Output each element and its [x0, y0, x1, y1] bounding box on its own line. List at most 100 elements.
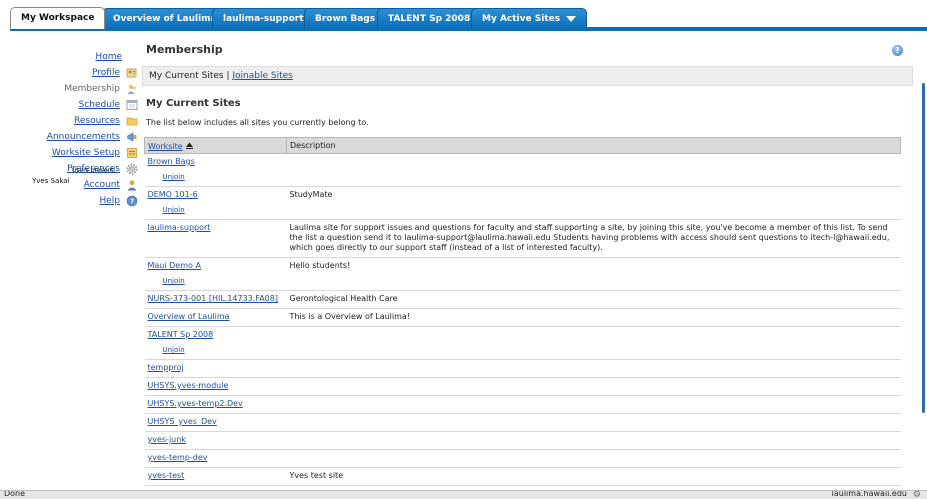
- sites-table-body: Brown Bags Unjoin DEMO 101-6 Unjoin StudyMat…: [144, 153, 901, 486]
- worksite-link[interactable]: TALENT Sp 2008: [148, 330, 214, 339]
- worksite-cell: UHSYS.yves-module: [144, 377, 287, 396]
- table-row: Brown Bags Unjoin: [144, 153, 901, 187]
- description-cell: [286, 377, 901, 396]
- description-cell: [286, 413, 901, 432]
- membership-subnav: My Current Sites | Joinable Sites: [142, 66, 913, 86]
- gear-icon: [126, 163, 138, 175]
- tool-item-label[interactable]: Profile: [92, 68, 120, 78]
- tool-item-label: Membership: [64, 84, 120, 94]
- sites-table: Worksite Description Brown Bags Unjoin DEM…: [144, 137, 901, 486]
- worksite-link[interactable]: UHSYS_yves_Dev: [148, 417, 217, 426]
- tool-item-resources[interactable]: Resources: [74, 113, 138, 129]
- chevron-down-icon: [566, 15, 577, 22]
- worksite-link[interactable]: yves-temp-dev: [148, 453, 208, 462]
- tab-overview-of-laulima[interactable]: Overview of Laulima: [102, 8, 228, 29]
- worksite-cell: yves-junk: [144, 431, 287, 450]
- scrollbar[interactable]: [922, 83, 925, 413]
- users-present-heading: Users present:: [72, 167, 116, 174]
- table-row: tempproj: [144, 359, 901, 378]
- browser-status-bar: Done laulima.hawaii.edu ⚙: [0, 490, 927, 499]
- tool-item-help[interactable]: Help ?: [99, 193, 138, 209]
- tool-item-announcements[interactable]: Announcements: [47, 129, 138, 145]
- tool-item-label[interactable]: Account: [84, 180, 120, 190]
- tab-talent-sp-2008[interactable]: TALENT Sp 2008: [377, 8, 482, 29]
- worksite-cell: Overview of Laulima: [144, 308, 287, 327]
- joinable-sites-link[interactable]: Joinable Sites: [232, 71, 292, 81]
- unjoin-link[interactable]: Unjoin: [163, 172, 284, 182]
- worksite-link[interactable]: Overview of Laulima: [148, 312, 230, 321]
- table-row: Overview of Laulima This is a Overview of…: [144, 308, 901, 327]
- worksite-cell: TALENT Sp 2008 Unjoin: [144, 326, 287, 360]
- table-row: DEMO 101-6 Unjoin StudyMate: [144, 186, 901, 220]
- tool-item-label[interactable]: Worksite Setup: [52, 148, 120, 158]
- tool-item-label[interactable]: Resources: [74, 116, 120, 126]
- worksite-cell: yves-test: [144, 467, 287, 486]
- tool-item-label[interactable]: Help: [99, 196, 120, 206]
- tool-item-membership[interactable]: Membership: [64, 81, 138, 97]
- description-cell: [286, 431, 901, 450]
- worksite-cell: UHSYS_yves_Dev: [144, 413, 287, 432]
- worksite-link[interactable]: Brown Bags: [148, 157, 195, 166]
- tool-item-schedule[interactable]: Schedule: [79, 97, 138, 113]
- svg-text:?: ?: [130, 198, 134, 206]
- membership-icon: [126, 83, 138, 95]
- table-row: yves-junk: [144, 431, 901, 450]
- description-cell: This is a Overview of Laulima!: [286, 308, 901, 327]
- table-row: Maui Demo A Unjoin Hello students!: [144, 257, 901, 291]
- worksite-link[interactable]: UHSYS.yves-module: [148, 381, 229, 390]
- unjoin-link[interactable]: Unjoin: [163, 205, 284, 215]
- tab-my-active-sites[interactable]: My Active Sites: [471, 8, 588, 29]
- account-icon: [126, 179, 138, 191]
- worksite-sort-link[interactable]: Worksite: [148, 142, 183, 151]
- worksite-column-header[interactable]: Worksite: [144, 137, 287, 154]
- tool-item-label[interactable]: Home: [95, 52, 122, 62]
- worksite-link[interactable]: yves-test: [148, 471, 185, 480]
- description-cell: StudyMate: [286, 186, 901, 220]
- present-user-name: Yves Sakai: [32, 177, 70, 185]
- calendar-icon: [126, 99, 138, 111]
- status-host: laulima.hawaii.edu: [831, 490, 907, 498]
- description-cell: [286, 326, 901, 360]
- description-cell: Hello students!: [286, 257, 901, 291]
- status-text: Done: [4, 490, 26, 498]
- table-row: TALENT Sp 2008 Unjoin: [144, 326, 901, 360]
- worksite-cell: Brown Bags Unjoin: [144, 153, 287, 187]
- tab-my-active-sites-label: My Active Sites: [482, 14, 561, 24]
- worksite-link[interactable]: UHSYS.yves-temp2.Dev: [148, 399, 243, 408]
- tool-item-profile[interactable]: Profile: [92, 65, 138, 81]
- worksite-link[interactable]: tempproj: [148, 363, 184, 372]
- tool-item-label[interactable]: Schedule: [79, 100, 120, 110]
- tool-item-home[interactable]: Home: [95, 49, 122, 65]
- tab-my-workspace[interactable]: My Workspace: [10, 7, 106, 29]
- tool-item-label[interactable]: Announcements: [47, 132, 120, 142]
- tool-item-worksite-setup[interactable]: Worksite Setup: [52, 145, 138, 161]
- worksite-cell: yves-temp-dev: [144, 449, 287, 468]
- tab-laulima-support[interactable]: laulima-support: [212, 8, 315, 29]
- table-row: NURS-373-001 [HIL.14733.FA08] Gerontologi…: [144, 290, 901, 309]
- worksite-cell: Maui Demo A Unjoin: [144, 257, 287, 291]
- description-cell: Laulima site for support issues and ques…: [286, 219, 901, 258]
- unjoin-link[interactable]: Unjoin: [163, 276, 284, 286]
- membership-panel: Membership ? My Current Sites | Joinable…: [138, 38, 917, 490]
- help-icon[interactable]: ?: [892, 45, 903, 56]
- description-column-header: Description: [286, 137, 901, 154]
- unjoin-link[interactable]: Unjoin: [163, 345, 284, 355]
- worksite-link[interactable]: laulima-support: [148, 223, 211, 232]
- instructions-text: The list below includes all sites you cu…: [146, 118, 369, 127]
- megaphone-icon: [126, 131, 138, 143]
- gear-icon: ⚙: [912, 490, 921, 499]
- table-row: UHSYS_yves_Dev: [144, 413, 901, 432]
- worksite-link[interactable]: NURS-373-001 [HIL.14733.FA08]: [148, 294, 278, 303]
- table-header-row: Worksite Description: [144, 137, 901, 154]
- section-title: My Current Sites: [146, 98, 241, 109]
- tab-brown-bags[interactable]: Brown Bags: [304, 8, 387, 29]
- table-row: UHSYS.yves-module: [144, 377, 901, 396]
- worksite-link[interactable]: Maui Demo A: [148, 261, 201, 270]
- help-icon: ?: [126, 195, 138, 207]
- subnav-separator: |: [226, 71, 230, 81]
- description-cell: [286, 395, 901, 414]
- worksite-link[interactable]: DEMO 101-6: [148, 190, 198, 199]
- tool-item-account[interactable]: Account: [84, 177, 138, 193]
- worksite-link[interactable]: yves-junk: [148, 435, 186, 444]
- subnav-current: My Current Sites: [149, 71, 224, 81]
